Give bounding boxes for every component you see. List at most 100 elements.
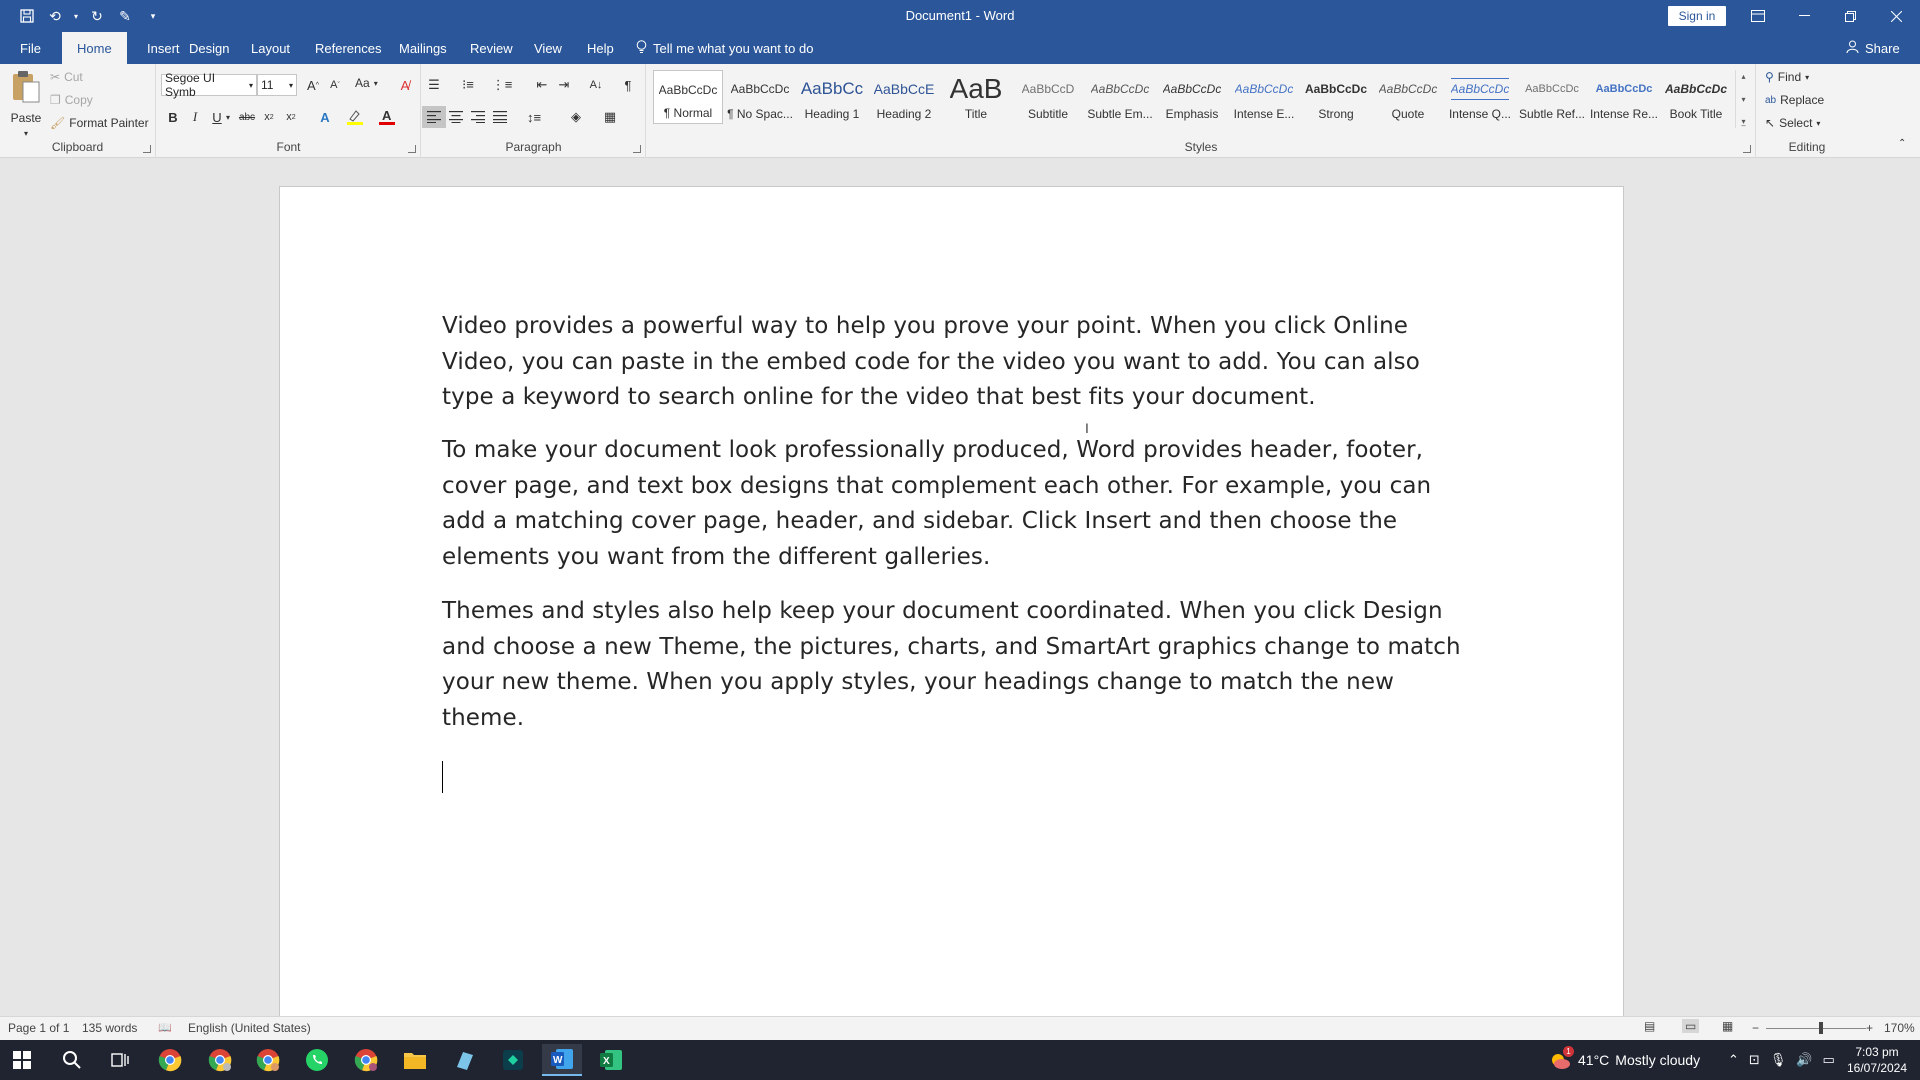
style-subtle-reference[interactable]: AaBbCcDc Subtle Ref... [1517, 70, 1587, 124]
clear-formatting-icon[interactable]: A̸ [393, 74, 417, 96]
page-count[interactable]: Page 1 of 1 [8, 1021, 69, 1035]
document-page[interactable]: Video provides a powerful way to help yo… [279, 186, 1624, 1016]
font-size-combo[interactable]: 11 ▾ [257, 74, 297, 96]
tell-me-search[interactable]: Tell me what you want to do [636, 32, 813, 64]
style-intense-quote[interactable]: AaBbCcDc Intense Q... [1445, 70, 1515, 124]
select-button[interactable]: ↖ Select ▾ [1765, 116, 1820, 130]
tab-design[interactable]: Design [179, 32, 239, 64]
align-right-icon[interactable] [466, 106, 490, 128]
microphone-icon[interactable]: 🎙 [1770, 1052, 1787, 1068]
style-title[interactable]: AaB Title [941, 70, 1011, 124]
tab-references[interactable]: References [305, 32, 391, 64]
style-emphasis[interactable]: AaBbCcDc Emphasis [1157, 70, 1227, 124]
change-case-button[interactable]: Aa ▾ [355, 76, 378, 90]
bullets-icon[interactable]: ☰ [422, 74, 446, 96]
justify-icon[interactable] [488, 106, 512, 128]
network-icon[interactable]: ▭ [1823, 1052, 1835, 1068]
zoom-in-icon[interactable]: + [1866, 1021, 1873, 1035]
increase-indent-icon[interactable]: ⇥ [552, 74, 576, 96]
task-view-icon[interactable] [100, 1044, 140, 1076]
chrome-profile-icon[interactable] [200, 1044, 240, 1076]
style-no-spacing[interactable]: AaBbCcDc ¶ No Spac... [725, 70, 795, 124]
show-formatting-marks-icon[interactable]: ¶ [616, 74, 640, 96]
notepad-icon[interactable] [444, 1044, 484, 1076]
line-spacing-icon[interactable]: ↕≡ [522, 106, 546, 128]
tab-layout[interactable]: Layout [241, 32, 300, 64]
clipboard-launcher-icon[interactable] [143, 145, 151, 153]
chevron-up-icon[interactable]: ▴ [1741, 72, 1745, 81]
replace-button[interactable]: ab Replace [1765, 93, 1824, 107]
tab-review[interactable]: Review [460, 32, 523, 64]
windows-start-icon[interactable] [2, 1044, 42, 1076]
style-quote[interactable]: AaBbCcDc Quote [1373, 70, 1443, 124]
grow-font-icon[interactable]: A ^ [301, 74, 325, 96]
style-heading-2[interactable]: AaBbCcE Heading 2 [869, 70, 939, 124]
cut-button[interactable]: ✂ Cut [50, 70, 83, 84]
word-count[interactable]: 135 words [82, 1021, 137, 1035]
language[interactable]: English (United States) [188, 1021, 311, 1035]
align-center-icon[interactable] [444, 106, 468, 128]
borders-icon[interactable]: ▦ [598, 106, 622, 128]
copy-button[interactable]: ❐ Copy [50, 93, 93, 107]
style-strong[interactable]: AaBbCcDc Strong [1301, 70, 1371, 124]
tab-home[interactable]: Home [62, 32, 127, 64]
whatsapp-icon[interactable] [297, 1044, 337, 1076]
chrome-profile-icon[interactable] [248, 1044, 288, 1076]
read-mode-icon[interactable]: ▤ [1644, 1019, 1655, 1033]
text-effects-icon[interactable]: A [313, 106, 337, 128]
chrome-icon[interactable] [150, 1044, 190, 1076]
paragraph-launcher-icon[interactable] [633, 145, 641, 153]
restore-icon[interactable] [1827, 0, 1873, 32]
paragraph-1[interactable]: Video provides a powerful way to help yo… [442, 309, 1472, 416]
app-icon[interactable] [493, 1044, 533, 1076]
paste-button[interactable]: Paste ▾ [8, 70, 44, 140]
superscript-icon[interactable]: x2 [279, 106, 303, 128]
italic-icon[interactable]: I [183, 106, 207, 128]
format-painter-button[interactable]: 🖌 Format Painter [50, 116, 149, 130]
chrome-profile-icon[interactable] [346, 1044, 386, 1076]
sort-icon[interactable]: A↓ [584, 74, 608, 96]
weather-widget[interactable]: 1 41°C Mostly cloudy [1548, 1040, 1700, 1080]
decrease-indent-icon[interactable]: ⇤ [530, 74, 554, 96]
minimize-icon[interactable] [1781, 0, 1827, 32]
chevron-up-icon[interactable]: ⌃ [1728, 1052, 1739, 1068]
collapse-ribbon-icon[interactable]: ⌃ [1898, 138, 1906, 149]
find-button[interactable]: ⚲ Find ▾ [1765, 70, 1809, 84]
close-icon[interactable] [1873, 0, 1919, 32]
style-intense-reference[interactable]: AaBbCcDc Intense Re... [1589, 70, 1659, 124]
tab-help[interactable]: Help [577, 32, 624, 64]
excel-taskbar-icon[interactable]: X [591, 1044, 631, 1076]
tab-file[interactable]: File [10, 32, 51, 64]
zoom-level[interactable]: 170% [1884, 1021, 1915, 1035]
align-left-icon[interactable] [422, 106, 446, 128]
chevron-down-icon[interactable]: ▾ [1741, 95, 1745, 104]
tab-view[interactable]: View [524, 32, 572, 64]
zoom-slider-thumb[interactable] [1819, 1022, 1823, 1034]
zoom-slider[interactable] [1766, 1028, 1866, 1029]
style-normal[interactable]: AaBbCcDc ¶ Normal [653, 70, 723, 124]
print-layout-icon[interactable]: ▭ [1682, 1019, 1700, 1033]
shrink-font-icon[interactable]: Aˇ [323, 74, 347, 96]
more-styles-icon[interactable]: ▾̲ [1741, 117, 1745, 126]
strikethrough-icon[interactable]: abc [235, 106, 259, 128]
font-color-icon[interactable]: A [375, 106, 399, 128]
font-name-combo[interactable]: Segoe UI Symb ▾ [161, 71, 257, 99]
style-book-title[interactable]: AaBbCcDc Book Title [1661, 70, 1731, 124]
clock[interactable]: 7:03 pm 16/07/2024 [1846, 1040, 1908, 1080]
underline-dropdown-icon[interactable]: ▾ [223, 106, 233, 128]
search-icon[interactable] [52, 1044, 92, 1076]
zoom-out-icon[interactable]: − [1752, 1021, 1759, 1035]
speaker-icon[interactable]: 🔊 [1796, 1052, 1812, 1068]
bold-icon[interactable]: B [161, 106, 185, 128]
sign-in-button[interactable]: Sign in [1668, 6, 1726, 26]
ribbon-display-options-icon[interactable] [1735, 0, 1781, 32]
paragraph-2[interactable]: To make your document look professionall… [442, 433, 1472, 575]
file-explorer-icon[interactable] [395, 1044, 435, 1076]
proofing-icon[interactable]: 📖 [158, 1021, 172, 1034]
paragraph-3[interactable]: Themes and styles also help keep your do… [442, 594, 1472, 736]
tab-mailings[interactable]: Mailings [389, 32, 457, 64]
style-intense-emphasis[interactable]: AaBbCcDc Intense E... [1229, 70, 1299, 124]
share-button[interactable]: Share [1846, 32, 1900, 64]
style-subtle-emphasis[interactable]: AaBbCcDc Subtle Em... [1085, 70, 1155, 124]
multilevel-list-icon[interactable]: ⋮≡ [490, 74, 514, 96]
